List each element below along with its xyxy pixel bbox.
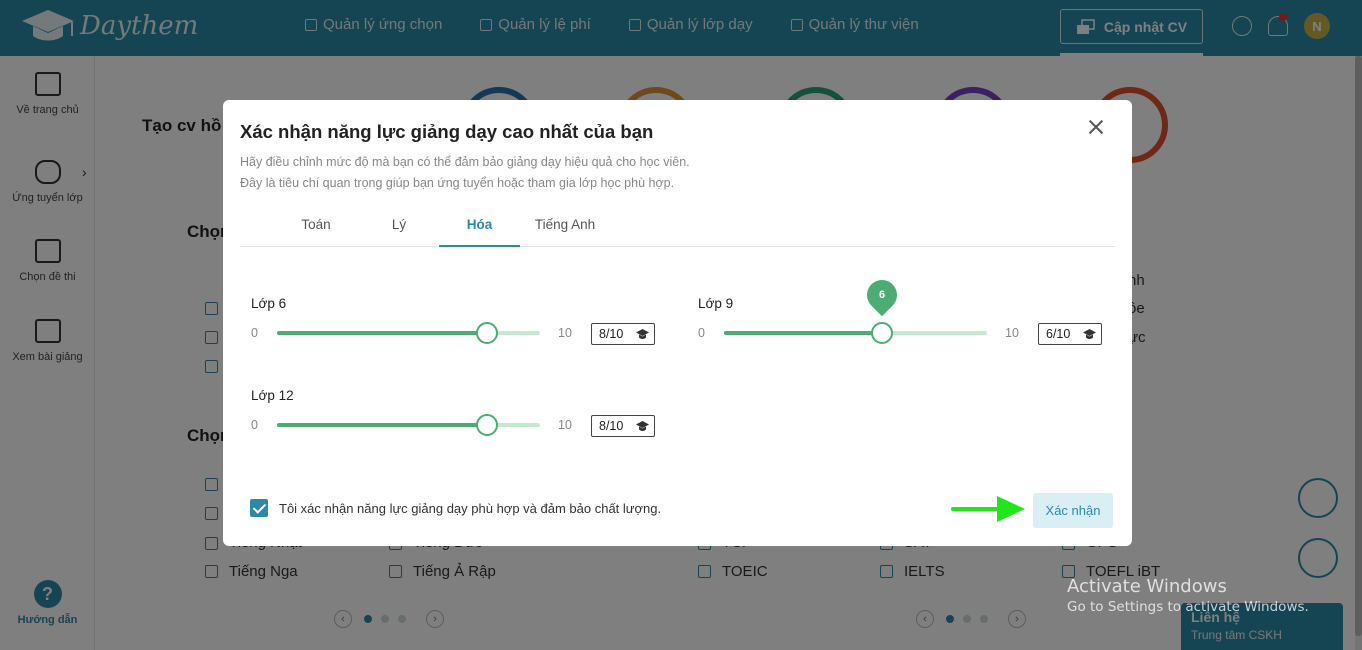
slider-thumb[interactable] [476,322,498,344]
slider-min: 0 [251,326,258,340]
tab-english[interactable]: Tiếng Anh [527,208,603,247]
modal-description: Đây là tiêu chí quan trọng giúp bạn ứng … [240,176,675,190]
confirm-text[interactable]: Tôi xác nhận năng lực giảng dạy phù hợp … [279,501,661,516]
slider-thumb[interactable] [871,322,893,344]
arrow-right-icon [951,496,1025,522]
teaching-ability-modal: Xác nhận năng lực giảng dạy cao nhất của… [223,100,1132,546]
confirm-checkbox[interactable] [250,499,268,517]
slider-fill [277,423,487,427]
score-value: 6/10 [1046,327,1071,341]
slider-track[interactable] [277,423,540,427]
watermark-line2: Go to Settings to activate Windows. [1067,599,1309,615]
slider-fill [724,331,882,335]
score-value: 8/10 [599,419,624,433]
slider-max: 10 [558,326,572,340]
grade-label: Lớp 6 [251,296,287,311]
score-box: 6/10 [1038,323,1102,345]
graduation-cap-icon [636,420,649,431]
modal-title: Xác nhận năng lực giảng dạy cao nhất của… [240,121,654,142]
close-icon[interactable] [1086,117,1106,137]
graduation-cap-icon [1083,328,1096,339]
slider-max: 10 [558,418,572,432]
slider-track[interactable] [277,331,540,335]
tab-chemistry[interactable]: Hóa [439,208,520,247]
score-box: 8/10 [591,415,655,437]
tab-physics[interactable]: Lý [360,208,438,247]
tab-math[interactable]: Toán [278,208,354,247]
slider-min: 0 [251,418,258,432]
grade-label: Lớp 12 [251,388,294,403]
slider-max: 10 [1005,326,1019,340]
grade-label: Lớp 9 [698,296,734,311]
windows-activation-watermark: Activate Windows Go to Settings to activ… [1067,576,1309,615]
graduation-cap-icon [636,328,649,339]
slider-fill [277,331,487,335]
slider-thumb[interactable] [476,414,498,436]
tooltip-value: 6 [878,289,886,301]
subject-tabs: Toán Lý Hóa Tiếng Anh [240,208,1115,247]
watermark-line1: Activate Windows [1067,576,1227,597]
confirm-row: Tôi xác nhận năng lực giảng dạy phù hợp … [250,499,661,517]
score-box: 8/10 [591,323,655,345]
slider-value-tooltip: 6 [860,273,904,317]
confirm-button[interactable]: Xác nhận [1033,493,1113,528]
score-value: 8/10 [599,327,624,341]
slider-min: 0 [698,326,705,340]
slider-track[interactable] [724,331,987,335]
modal-description: Hãy điều chỉnh mức độ mà bạn có thể đảm … [240,155,690,169]
